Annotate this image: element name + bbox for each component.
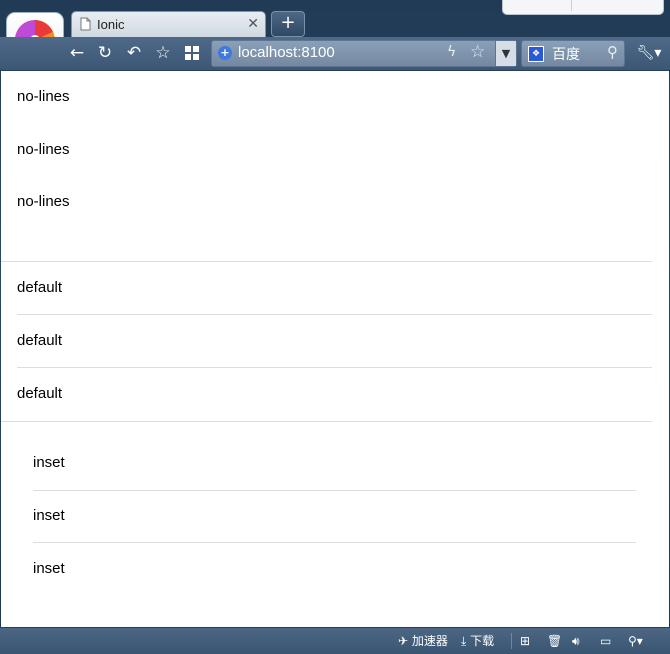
baidu-paw-icon: ❖ [528, 46, 544, 62]
star-icon: ☆ [155, 43, 171, 63]
favorite-star-icon[interactable]: ☆ [470, 42, 485, 62]
apps-button[interactable] [182, 43, 202, 63]
reload-icon: ↻ [97, 43, 113, 63]
download-icon: ⤓ [461, 634, 467, 648]
address-bar[interactable]: + localhost:8100 ϟ ☆ ▼ [211, 40, 517, 67]
speaker-icon: 🔊︎ [572, 634, 580, 648]
close-icon[interactable]: ✕ [247, 15, 259, 32]
window-controls-divider [571, 0, 572, 11]
zoom-button[interactable]: ⚲▾ [628, 632, 643, 650]
list-item[interactable]: default [17, 384, 62, 404]
settings-menu-button[interactable]: 🔧︎▾ [636, 43, 662, 63]
back-button[interactable]: ← [67, 43, 87, 63]
address-input[interactable]: localhost:8100 [238, 44, 335, 61]
browser-tab[interactable]: Ionic ✕ [71, 11, 266, 38]
page-content: no-lines no-lines no-lines default defau… [1, 71, 652, 627]
lightning-icon[interactable]: ϟ [447, 44, 456, 60]
scrollbar-gutter[interactable] [652, 71, 669, 627]
bookmark-button[interactable]: ☆ [153, 43, 173, 63]
chevron-down-icon: ▼ [501, 47, 511, 60]
list-divider [1, 261, 652, 262]
security-shield-icon: + [218, 46, 232, 60]
list-divider [33, 490, 636, 491]
extension-button[interactable]: ⊞ [520, 632, 530, 650]
reload-button[interactable]: ↻ [95, 43, 115, 63]
address-dropdown-button[interactable]: ▼ [495, 41, 516, 66]
grid-icon [185, 46, 199, 60]
trash-icon: 🗑︎ [547, 634, 563, 648]
list-item[interactable]: no-lines [17, 140, 70, 160]
document-icon [80, 17, 91, 34]
arrow-left-icon: ← [69, 43, 85, 63]
list-item[interactable]: inset [33, 453, 65, 473]
download-label: 下载 [470, 634, 495, 648]
accelerator-label: 加速器 [411, 634, 448, 648]
medical-kit-icon: ⊞ [520, 634, 531, 648]
plus-icon: + [280, 12, 296, 33]
undo-icon: ↶ [126, 43, 142, 63]
new-tab-button[interactable]: + [271, 11, 305, 37]
list-item[interactable]: default [17, 331, 62, 351]
list-item[interactable]: default [17, 278, 62, 298]
magnifier-icon: ⚲▾ [628, 634, 643, 648]
wrench-icon: 🔧︎▾ [636, 45, 662, 61]
list-item[interactable]: no-lines [17, 87, 70, 107]
list-item[interactable]: no-lines [17, 192, 70, 212]
list-divider [1, 421, 652, 422]
accelerator-button[interactable]: ✈ 加速器 [398, 632, 448, 650]
rocket-icon: ✈ [398, 634, 409, 648]
search-box[interactable]: ❖ 百度 ⚲ [521, 40, 625, 67]
trash-button[interactable]: 🗑︎ [547, 632, 562, 650]
status-divider [511, 633, 512, 649]
status-bar: ✈ 加速器 ⤓ 下载 ⊞ 🗑︎ 🔊︎ ▭ ⚲▾ [0, 627, 670, 654]
list-divider [17, 314, 652, 315]
search-engine-label: 百度 [552, 47, 580, 63]
list-divider [33, 542, 636, 543]
browser-toolbar: ← ↻ ↶ ☆ + localhost:8100 ϟ ☆ ▼ ❖ 百度 ⚲ 🔧︎… [0, 37, 670, 71]
volume-button[interactable]: 🔊︎ [572, 632, 580, 650]
undo-close-button[interactable]: ↶ [124, 43, 144, 63]
monitor-icon: ▭ [600, 634, 612, 648]
list-divider [17, 367, 652, 368]
tab-title: Ionic [97, 17, 125, 32]
download-button[interactable]: ⤓ 下载 [461, 632, 494, 650]
search-icon[interactable]: ⚲ [607, 43, 618, 61]
screen-button[interactable]: ▭ [600, 632, 611, 650]
window-controls[interactable] [502, 0, 664, 15]
list-item[interactable]: inset [33, 559, 65, 579]
list-item[interactable]: inset [33, 506, 65, 526]
